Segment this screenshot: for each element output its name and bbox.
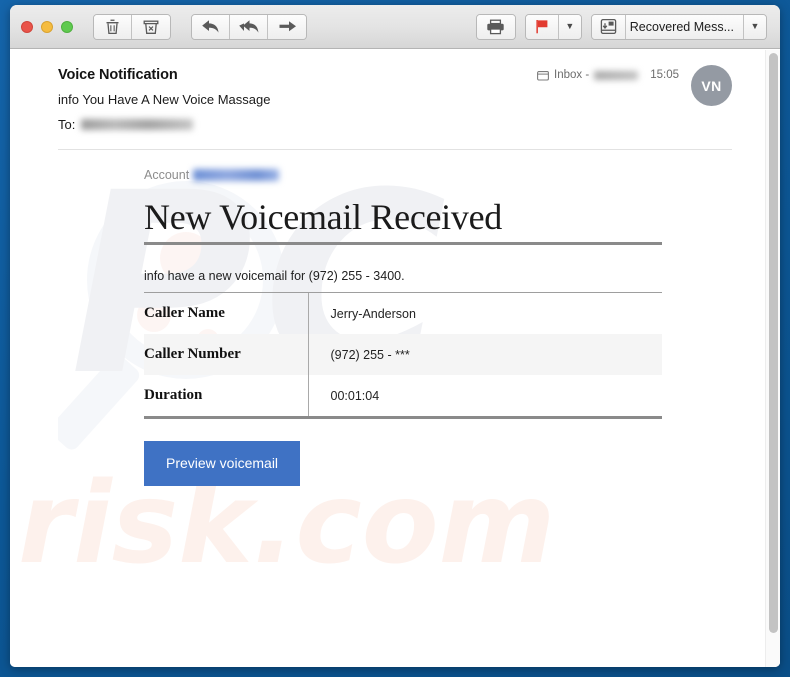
message-header: Voice Notification info You Have A New V… (10, 49, 780, 150)
avatar: VN (691, 65, 732, 106)
headline-rule (144, 242, 662, 246)
preview-voicemail-button[interactable]: Preview voicemail (144, 441, 301, 487)
junk-button[interactable] (132, 14, 170, 39)
cta-container: Preview voicemail (144, 441, 780, 487)
recipient-redacted (81, 119, 194, 130)
forward-arrow-icon (279, 21, 296, 32)
message-time: 15:05 (650, 69, 679, 81)
flag-menu-button[interactable]: ▼ (558, 14, 581, 39)
email-body-scroll-area[interactable]: PC risk.com Account New Voicemail Receiv… (10, 150, 780, 667)
reply-button[interactable] (192, 14, 230, 39)
maximize-window-button[interactable] (61, 20, 73, 33)
flag-icon (536, 20, 548, 34)
delete-junk-group (93, 13, 171, 40)
detail-label: Caller Number (144, 334, 309, 376)
delete-button[interactable] (94, 14, 132, 39)
email-intro-text: info have a new voicemail for (972) 255 … (144, 269, 405, 284)
mail-message-window: ▼ Recovered Mess... ▼ Voice Notification… (10, 5, 780, 667)
detail-value: 00:01:04 (330, 388, 380, 403)
chevron-down-icon: ▼ (565, 21, 575, 31)
flag-button[interactable] (525, 14, 559, 39)
table-bottom-rule (144, 416, 662, 420)
desktop-background: ▼ Recovered Mess... ▼ Voice Notification… (0, 0, 790, 677)
email-content: Account New Voicemail Received info have… (10, 150, 780, 487)
account-label: Account (144, 168, 190, 182)
email-headline: New Voicemail Received (144, 197, 502, 237)
mailbox-selector-group: Recovered Mess... ▼ (590, 13, 767, 40)
detail-value: (972) 255 - *** (330, 347, 410, 362)
mailbox-menu-button[interactable]: ▼ (744, 14, 766, 39)
reply-group (191, 13, 307, 40)
print-group (475, 13, 516, 40)
table-row: Duration 00:01:04 (144, 375, 662, 417)
reply-arrow-icon (202, 20, 219, 33)
chevron-down-icon: ▼ (750, 21, 760, 31)
table-row: Caller Number (972) 255 - *** (144, 334, 662, 376)
printer-icon (487, 19, 504, 34)
mailbox-name-redacted (594, 70, 639, 80)
detail-label: Caller Name (144, 293, 309, 335)
trash-icon (106, 19, 119, 35)
window-toolbar: ▼ Recovered Mess... ▼ (10, 5, 780, 49)
reply-all-arrows-icon (238, 20, 258, 33)
account-row: Account (144, 168, 780, 182)
reply-all-button[interactable] (230, 14, 268, 39)
detail-label: Duration (144, 375, 309, 417)
mailbox-name-label[interactable]: Recovered Mess... (625, 14, 744, 39)
account-email-redacted (193, 169, 280, 181)
voicemail-details-table: Caller Name Jerry-Anderson Caller Number… (144, 293, 662, 417)
print-button[interactable] (476, 14, 515, 39)
to-label: To: (58, 117, 76, 132)
table-row: Caller Name Jerry-Anderson (144, 293, 662, 335)
junk-bin-icon (143, 20, 159, 34)
toolbar-right-group: ▼ Recovered Mess... ▼ (475, 13, 780, 40)
message-recipient-row: To: (58, 117, 732, 132)
detail-value: Jerry-Anderson (330, 306, 416, 321)
flag-group: ▼ (524, 13, 582, 40)
mailbox-location: Inbox - (537, 65, 639, 81)
mailbox-prefix-label: Inbox - (554, 69, 590, 81)
message-meta: Inbox - 15:05 VN (537, 65, 732, 106)
forward-button[interactable] (268, 14, 306, 39)
move-to-folder-button[interactable] (591, 14, 626, 39)
folder-icon (537, 70, 549, 81)
minimize-window-button[interactable] (41, 20, 53, 33)
window-controls (10, 20, 77, 33)
move-to-tray-icon (600, 18, 617, 35)
close-window-button[interactable] (21, 20, 33, 33)
